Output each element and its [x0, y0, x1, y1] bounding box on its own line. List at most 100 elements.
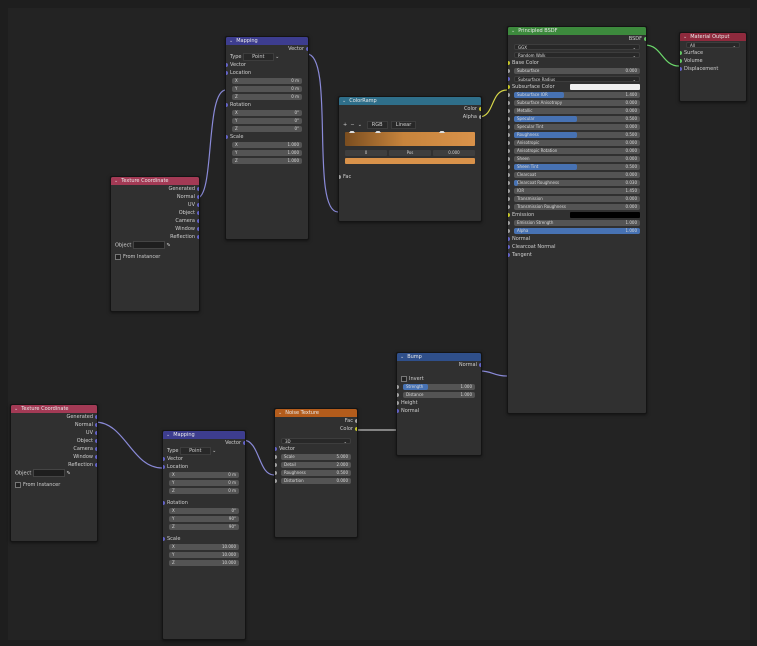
input-subsurface[interactable]: Subsurface 0.000	[508, 67, 646, 75]
socket-icon[interactable]	[95, 439, 97, 443]
socket-icon[interactable]	[95, 447, 97, 451]
eyedropper-icon[interactable]: ✎	[66, 471, 70, 477]
socket-icon[interactable]	[95, 463, 97, 467]
type-dropdown[interactable]: Type Point ⌄	[226, 53, 308, 61]
object-field[interactable]	[132, 241, 165, 249]
param-row[interactable]: Subsurface IOR 1.400	[508, 91, 646, 99]
node-header[interactable]: ⌄ Noise Texture	[275, 409, 357, 417]
scale-z[interactable]: Z 10.000	[163, 559, 245, 567]
socket-icon[interactable]	[508, 85, 510, 89]
checkbox-icon[interactable]	[401, 375, 407, 382]
stop-marker-icon[interactable]	[375, 131, 381, 133]
param-row[interactable]: Clearcoat 0.000	[508, 171, 646, 179]
subsurface-method-dropdown[interactable]: Random Walk ⌄	[508, 51, 646, 59]
node-header[interactable]: ⌄ Principled BSDF	[508, 27, 646, 35]
checkbox-icon[interactable]	[115, 253, 121, 260]
collapse-caret-icon[interactable]: ⌄	[166, 432, 170, 438]
node-header[interactable]: ⌄ Texture Coordinate	[11, 405, 97, 413]
remove-stop-icon[interactable]: −	[350, 122, 354, 128]
object-picker-row[interactable]: Object ✎	[11, 469, 97, 481]
socket-icon[interactable]	[95, 423, 97, 427]
type-dropdown[interactable]: Type Point ⌄	[163, 447, 245, 455]
socket-icon[interactable]	[508, 253, 510, 257]
socket-icon[interactable]	[95, 431, 97, 435]
socket-icon[interactable]	[508, 181, 510, 185]
param-field[interactable]: Anisotropic Rotation 0.000	[514, 148, 640, 154]
param-field[interactable]: Distortion 0.000	[281, 478, 351, 484]
rotation-y[interactable]: Y 90°	[163, 515, 245, 523]
socket-icon[interactable]	[355, 427, 357, 431]
socket-icon[interactable]	[163, 457, 165, 461]
param-field[interactable]: Scale 5.000	[281, 454, 351, 460]
collapse-caret-icon[interactable]: ⌄	[114, 178, 118, 184]
socket-icon[interactable]	[508, 141, 510, 145]
scale-z[interactable]: Z 1.000	[226, 157, 308, 165]
socket-icon[interactable]	[508, 133, 510, 137]
node-header[interactable]: ⌄ Mapping	[163, 431, 245, 439]
input-subsurface-color[interactable]: Subsurface Color	[508, 83, 646, 91]
socket-icon[interactable]	[226, 63, 228, 67]
checkbox-icon[interactable]	[15, 481, 21, 488]
socket-icon[interactable]	[479, 107, 481, 111]
from-instancer-checkbox[interactable]: From Instancer	[11, 481, 97, 489]
param-field[interactable]: Transmission Roughness 0.000	[514, 204, 640, 210]
input-strength[interactable]: Strength 1.000	[397, 383, 481, 391]
collapse-caret-icon[interactable]: ⌄	[511, 28, 515, 34]
param-field[interactable]: Specular 0.500	[514, 116, 640, 122]
socket-icon[interactable]	[197, 211, 199, 215]
socket-icon[interactable]	[163, 537, 165, 541]
socket-icon[interactable]	[226, 103, 228, 107]
socket-icon[interactable]	[275, 463, 277, 467]
rotation-x[interactable]: X 0°	[226, 109, 308, 117]
socket-icon[interactable]	[306, 47, 308, 51]
chevron-down-icon[interactable]: ⌄	[358, 122, 362, 128]
distribution-dropdown[interactable]: GGX ⌄	[508, 43, 646, 51]
node-header[interactable]: ⌄ Texture Coordinate	[111, 177, 199, 185]
rotation-x[interactable]: X 0°	[163, 507, 245, 515]
socket-icon[interactable]	[508, 165, 510, 169]
socket-icon[interactable]	[508, 69, 510, 73]
socket-icon[interactable]	[508, 109, 510, 113]
input-emission-strength[interactable]: Emission Strength 1.000	[508, 219, 646, 227]
socket-icon[interactable]	[508, 61, 510, 65]
socket-icon[interactable]	[508, 229, 510, 233]
socket-icon[interactable]	[508, 213, 510, 217]
socket-icon[interactable]	[508, 157, 510, 161]
add-stop-icon[interactable]: +	[343, 122, 347, 128]
invert-checkbox[interactable]: Invert	[397, 375, 481, 383]
socket-icon[interactable]	[508, 197, 510, 201]
param-field[interactable]: Sheen Tint 0.500	[514, 164, 640, 170]
input-distance[interactable]: Distance 1.000	[397, 391, 481, 399]
socket-icon[interactable]	[508, 245, 510, 249]
location-x[interactable]: X0 m	[163, 471, 245, 479]
socket-icon[interactable]	[508, 189, 510, 193]
param-field[interactable]: Detail 2.000	[281, 462, 351, 468]
socket-icon[interactable]	[397, 409, 399, 413]
target-dropdown[interactable]: All ⌄	[680, 41, 746, 49]
socket-icon[interactable]	[397, 401, 399, 405]
stop-pos-field[interactable]: 0.000	[433, 150, 475, 156]
location-z[interactable]: Z0 m	[163, 487, 245, 495]
socket-icon[interactable]	[339, 175, 341, 179]
param-field[interactable]: Roughness 0.500	[514, 132, 640, 138]
socket-icon[interactable]	[355, 419, 357, 423]
collapse-caret-icon[interactable]: ⌄	[400, 354, 404, 360]
socket-icon[interactable]	[508, 93, 510, 97]
color-swatch[interactable]	[570, 212, 640, 218]
location-z[interactable]: Z0 m	[226, 93, 308, 101]
socket-icon[interactable]	[680, 59, 682, 63]
dimensions-dropdown[interactable]: 3D ⌄	[275, 437, 357, 445]
node-header[interactable]: ⌄ Mapping	[226, 37, 308, 45]
socket-icon[interactable]	[197, 227, 199, 231]
rotation-y[interactable]: Y 0°	[226, 117, 308, 125]
socket-icon[interactable]	[508, 77, 510, 81]
input-alpha[interactable]: Alpha 1.000	[508, 227, 646, 235]
param-row[interactable]: Transmission 0.000	[508, 195, 646, 203]
socket-icon[interactable]	[275, 471, 277, 475]
socket-icon[interactable]	[163, 465, 165, 469]
object-field[interactable]	[32, 469, 65, 477]
socket-icon[interactable]	[508, 101, 510, 105]
stop-color-swatch[interactable]	[339, 157, 481, 165]
rotation-z[interactable]: Z 90°	[163, 523, 245, 531]
socket-icon[interactable]	[644, 37, 646, 41]
